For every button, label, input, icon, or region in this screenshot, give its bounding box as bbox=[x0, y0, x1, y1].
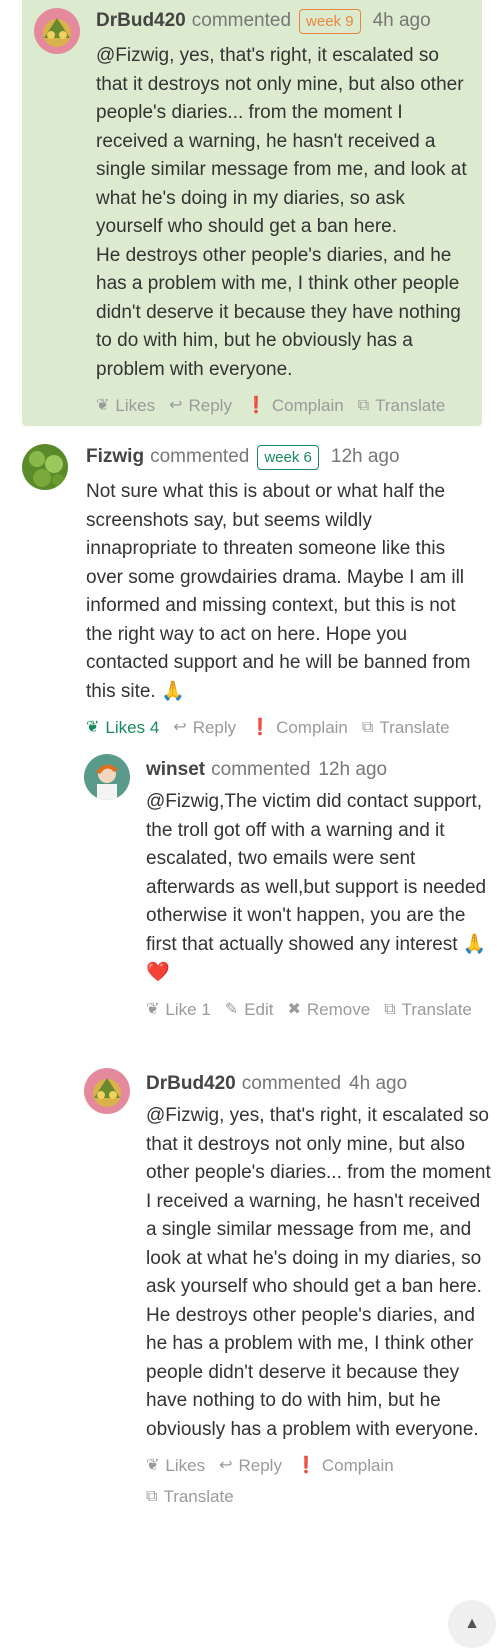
likes-label: Likes 4 bbox=[105, 718, 160, 737]
comment-highlighted: DrBud420 commented week 9 4h ago @Fizwig… bbox=[22, 0, 482, 426]
leaf-icon: ❦ bbox=[146, 1457, 160, 1474]
translate-icon: ⧉ bbox=[361, 719, 374, 736]
leaf-icon: ❦ bbox=[86, 719, 100, 736]
comment-text: @Fizwig, yes, that's right, it escalated… bbox=[96, 45, 467, 380]
comment-time: 12h ago bbox=[330, 446, 400, 467]
avatar-winset[interactable] bbox=[84, 754, 130, 800]
complain-label: Complain bbox=[271, 396, 344, 415]
leaf-icon: ❦ bbox=[96, 397, 110, 414]
like-button[interactable]: ❦ Like 1 bbox=[146, 994, 211, 1025]
edit-button[interactable]: ✎ Edit bbox=[225, 994, 274, 1025]
avatar-drbud420[interactable] bbox=[84, 1068, 130, 1114]
translate-button[interactable]: ⧉ Translate bbox=[384, 994, 472, 1025]
translate-icon: ⧉ bbox=[357, 397, 370, 414]
comment-actions: ❦ Likes ↩ Reply ❗ Complain ⧉ Translate bbox=[96, 390, 472, 421]
like-label: Like 1 bbox=[165, 999, 211, 1019]
edit-label: Edit bbox=[244, 999, 274, 1019]
translate-button[interactable]: ⧉ Translate bbox=[362, 712, 450, 743]
comment-author[interactable]: DrBud420 bbox=[96, 10, 186, 32]
chevron-up-icon: ▲ bbox=[464, 1615, 480, 1632]
reply-label: Reply bbox=[192, 718, 237, 737]
comment-text: @Fizwig, yes, that's right, it escalated… bbox=[146, 1105, 491, 1440]
comment-author[interactable]: Fizwig bbox=[86, 446, 144, 468]
translate-icon: ⧉ bbox=[146, 1488, 158, 1505]
remove-label: Remove bbox=[306, 999, 371, 1019]
complain-button[interactable]: ❗ Complain bbox=[250, 712, 348, 743]
pencil-icon: ✎ bbox=[224, 1000, 239, 1018]
translate-label: Translate bbox=[375, 396, 446, 415]
reply-label: Reply bbox=[238, 1456, 282, 1475]
likes-button[interactable]: ❦ Likes 4 bbox=[86, 712, 159, 743]
avatar-fizwig[interactable] bbox=[22, 444, 68, 490]
translate-label: Translate bbox=[379, 718, 450, 737]
comment-actions: ❦ Likes ↩ Reply ❗ Complain ⧉ Translate bbox=[146, 1450, 492, 1512]
exclamation-icon: ❗ bbox=[250, 719, 271, 736]
likes-button[interactable]: ❦ Likes bbox=[146, 1450, 205, 1481]
likes-label: Likes bbox=[115, 396, 156, 415]
likes-button[interactable]: ❦ Likes bbox=[96, 390, 155, 421]
leaf-icon: ❦ bbox=[146, 1000, 160, 1018]
exclamation-icon: ❗ bbox=[295, 1457, 316, 1474]
comment-time: 4h ago bbox=[372, 10, 431, 31]
exclamation-icon: ❗ bbox=[245, 397, 266, 414]
scroll-to-top-button[interactable]: ▲ bbox=[448, 1600, 496, 1648]
complain-button[interactable]: ❗ Complain bbox=[296, 1450, 394, 1481]
translate-label: Translate bbox=[401, 999, 472, 1019]
comment-actions: ❦ Like 1 ✎ Edit ✖ Remove ⧉ Translate bbox=[146, 994, 492, 1025]
reply-button[interactable]: ↩ Reply bbox=[169, 390, 232, 421]
reply-button[interactable]: ↩ Reply bbox=[173, 712, 236, 743]
avatar-drbud420[interactable] bbox=[34, 8, 80, 54]
reply-icon: ↩ bbox=[219, 1457, 233, 1474]
comment-time: 12h ago bbox=[318, 759, 388, 780]
comment-text: @Fizwig,The victim did contact support, … bbox=[146, 791, 487, 983]
comment-verb: commented bbox=[211, 759, 311, 780]
translate-label: Translate bbox=[163, 1487, 234, 1506]
reply-button[interactable]: ↩ Reply bbox=[219, 1450, 282, 1481]
comment-time: 4h ago bbox=[349, 1073, 408, 1094]
complain-button[interactable]: ❗ Complain bbox=[246, 390, 344, 421]
complain-label: Complain bbox=[321, 1456, 394, 1475]
comment-author[interactable]: DrBud420 bbox=[146, 1073, 236, 1095]
translate-icon: ⧉ bbox=[384, 1000, 396, 1018]
comment-actions: ❦ Likes 4 ↩ Reply ❗ Complain ⧉ Translate bbox=[86, 712, 486, 743]
comment-verb: commented bbox=[191, 10, 292, 31]
likes-label: Likes bbox=[165, 1456, 206, 1475]
reply-icon: ↩ bbox=[173, 719, 187, 736]
close-icon: ✖ bbox=[287, 1000, 301, 1018]
week-badge[interactable]: week 6 bbox=[257, 444, 319, 470]
translate-button[interactable]: ⧉ Translate bbox=[146, 1481, 234, 1512]
comment-verb: commented bbox=[150, 446, 250, 467]
translate-button[interactable]: ⧉ Translate bbox=[358, 390, 446, 421]
comment-text: Not sure what this is about or what half… bbox=[86, 481, 471, 702]
week-badge[interactable]: week 9 bbox=[299, 8, 361, 34]
reply-icon: ↩ bbox=[169, 397, 183, 414]
comment-author[interactable]: winset bbox=[146, 759, 205, 781]
remove-button[interactable]: ✖ Remove bbox=[287, 994, 370, 1025]
complain-label: Complain bbox=[276, 718, 348, 737]
reply-label: Reply bbox=[188, 396, 232, 415]
comment-verb: commented bbox=[241, 1073, 342, 1094]
